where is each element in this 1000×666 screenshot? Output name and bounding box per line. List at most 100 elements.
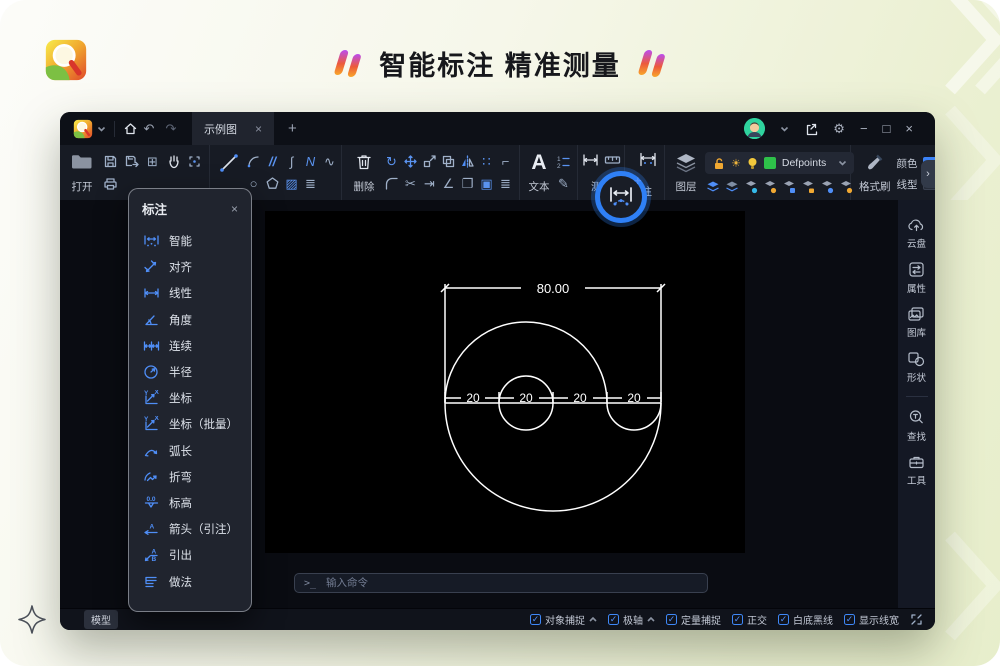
app-logo-small[interactable] [73, 119, 93, 139]
measure-ruler-icon[interactable] [604, 152, 621, 168]
offset-icon[interactable]: ⌐ [502, 155, 510, 168]
new-file-icon[interactable]: ⊞ [147, 155, 158, 168]
dim-item-ordinate-batch[interactable]: XY 坐标（批量） [129, 411, 251, 437]
dim-item-aligned[interactable]: 对齐 [129, 254, 251, 280]
print-icon[interactable] [103, 176, 118, 191]
maximize-icon[interactable]: □ [883, 121, 891, 136]
command-bar[interactable]: >_ [294, 573, 708, 593]
annotate-pencil-icon[interactable]: ✎ [558, 177, 569, 190]
text-tool-button[interactable]: A 文本 [528, 150, 550, 197]
dim-item-arc-length[interactable]: 弧长 [129, 438, 251, 464]
tab-close-icon[interactable]: × [255, 122, 262, 136]
format-painter-button[interactable]: 格式刷 [859, 150, 891, 197]
layers-button[interactable]: 图层 [673, 150, 699, 197]
sidebar-item-cloud[interactable]: 云盘 [907, 217, 926, 250]
layer-tool-icon[interactable] [762, 179, 778, 195]
toggle-grid-snap[interactable]: ✓ 定量捕捉 [666, 612, 721, 627]
dim-item-continue[interactable]: 连续 [129, 333, 251, 359]
collapse-toolbar-button[interactable]: › [921, 160, 935, 188]
polygon-tool-icon[interactable] [265, 176, 280, 191]
rotate-icon[interactable]: ↻ [386, 155, 397, 168]
chamfer-icon[interactable]: ∠ [443, 177, 455, 190]
sidebar-item-find[interactable]: 查找 [907, 409, 926, 443]
dim-item-jogged[interactable]: 折弯 [129, 464, 251, 490]
array-icon[interactable]: ∷ [482, 155, 490, 168]
dim-item-leader-out[interactable]: AB 引出 [129, 542, 251, 568]
insert-block-icon[interactable]: ❐ [462, 177, 474, 190]
polyline-tool-icon[interactable]: N [306, 155, 315, 168]
layer-tool-icon[interactable] [743, 179, 759, 195]
checkbox-checked[interactable]: ✓ [666, 614, 677, 625]
sidebar-item-tools[interactable]: 工具 [907, 454, 926, 487]
dim-item-method[interactable]: 做法 [129, 568, 251, 594]
toggle-ortho[interactable]: ✓ 正交 [732, 612, 767, 627]
undo-icon[interactable]: ↶ [138, 121, 160, 137]
save-icon[interactable] [103, 154, 118, 169]
new-tab-button[interactable]: + [288, 120, 297, 137]
scale-icon[interactable] [422, 154, 437, 169]
avatar[interactable] [744, 118, 765, 139]
toggle-object-snap[interactable]: ✓ 对象捕捉 [530, 612, 597, 627]
table-list-icon[interactable]: ≣ [305, 177, 316, 190]
open-button[interactable]: 打开 [68, 150, 96, 197]
layer-tool-icon[interactable] [800, 179, 816, 195]
home-icon[interactable] [123, 121, 138, 136]
close-window-icon[interactable]: × [905, 121, 913, 136]
avatar-caret-icon[interactable] [780, 126, 789, 132]
toggle-lineweight[interactable]: ✓ 显示线宽 [844, 612, 899, 627]
layer-tool-icon[interactable] [781, 179, 797, 195]
arc-tool-icon[interactable] [246, 154, 261, 169]
checkbox-checked[interactable]: ✓ [732, 614, 743, 625]
fullscreen-icon[interactable] [910, 613, 923, 626]
pan-hand-icon[interactable] [166, 153, 181, 169]
spline-tool-icon[interactable]: ∿ [324, 155, 335, 168]
fillet-icon[interactable] [384, 176, 399, 191]
canvas[interactable]: 80.00 20 20 20 20 [265, 211, 745, 553]
block-icon[interactable]: ▣ [480, 177, 492, 190]
model-tab-button[interactable]: 模型 [84, 610, 118, 629]
checkbox-checked[interactable]: ✓ [608, 614, 619, 625]
toggle-white-bg[interactable]: ✓ 白底黑线 [778, 612, 833, 627]
circle-tool-icon[interactable]: ○ [250, 177, 258, 190]
sidebar-item-properties[interactable]: 属性 [907, 261, 926, 295]
checkbox-checked[interactable]: ✓ [530, 614, 541, 625]
extend-icon[interactable]: ⇥ [424, 177, 435, 190]
move-icon[interactable] [403, 154, 418, 169]
curve-tool-icon[interactable]: ∫ [290, 155, 294, 168]
dim-item-elevation[interactable]: 0.0 标高 [129, 490, 251, 516]
redo-icon[interactable]: ↷ [160, 121, 182, 137]
layer-tool-icon[interactable] [819, 179, 835, 195]
share-icon[interactable] [804, 122, 818, 136]
dim-item-radius[interactable]: 半径 [129, 359, 251, 385]
tab-example-drawing[interactable]: 示例图 × [192, 112, 274, 145]
logo-caret-icon[interactable] [97, 126, 106, 132]
trim-icon[interactable]: ✂ [405, 177, 416, 190]
hatch-tool-icon[interactable]: ▨ [285, 177, 297, 190]
properties-list-icon[interactable]: ≣ [500, 177, 511, 190]
layer-tool-icon[interactable] [724, 179, 740, 195]
minimize-icon[interactable]: − [860, 121, 868, 136]
mirror-icon[interactable] [460, 154, 475, 169]
settings-gear-icon[interactable]: ⚙ [833, 121, 845, 137]
command-input[interactable] [324, 576, 698, 590]
sidebar-item-gallery[interactable]: 图库 [907, 306, 926, 339]
dim-panel-close-icon[interactable]: × [231, 202, 238, 216]
layer-tool-icon[interactable] [705, 179, 721, 195]
dim-item-angular[interactable]: 角度 [129, 307, 251, 333]
sidebar-item-shapes[interactable]: 形状 [907, 350, 926, 384]
save-as-icon[interactable] [124, 154, 139, 169]
checkbox-checked[interactable]: ✓ [844, 614, 855, 625]
measure-distance-icon[interactable] [582, 152, 599, 168]
annotate-add-icon[interactable]: + [634, 173, 642, 188]
dim-item-smart[interactable]: 智能 [129, 228, 251, 254]
dim-item-linear[interactable]: 线性 [129, 280, 251, 306]
toggle-caret-icon[interactable] [589, 617, 597, 622]
numbered-list-icon[interactable]: 12 [556, 154, 571, 169]
dim-item-arrow-leader[interactable]: A 箭头（引注） [129, 516, 251, 542]
copy-icon[interactable] [441, 154, 456, 169]
checkbox-checked[interactable]: ✓ [778, 614, 789, 625]
layer-dropdown[interactable]: ☀ Defpoints [705, 152, 854, 174]
toggle-polar[interactable]: ✓ 极轴 [608, 612, 655, 627]
dim-item-ordinate[interactable]: XY 坐标 [129, 385, 251, 411]
zoom-extents-icon[interactable] [187, 154, 202, 169]
